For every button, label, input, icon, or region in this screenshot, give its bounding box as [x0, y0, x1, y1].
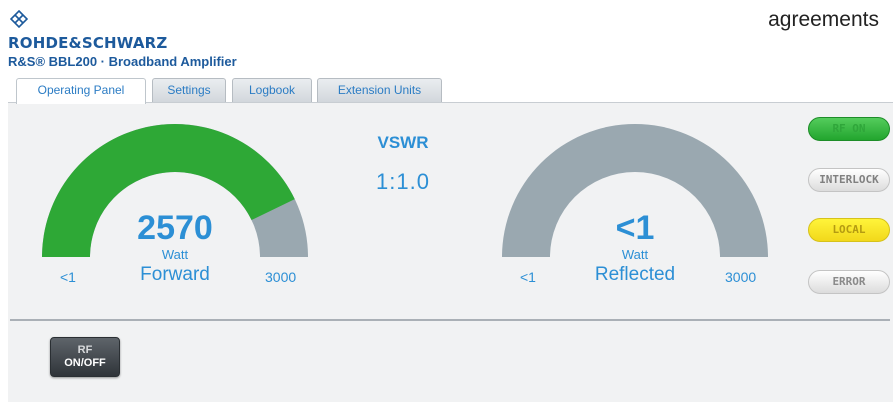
rohde-schwarz-logo-icon	[10, 10, 28, 28]
interlock-indicator[interactable]: INTERLOCK	[808, 168, 890, 192]
forward-power-unit: Watt	[161, 247, 189, 262]
reflected-power-value: <1	[615, 209, 655, 247]
reflected-min-label: <1	[520, 269, 536, 285]
reflected-power-unit: Watt	[621, 247, 649, 262]
tab-operating-panel[interactable]: Operating Panel	[16, 78, 146, 104]
vswr-value: 1:1.0	[376, 169, 430, 194]
forward-max-label: 3000	[265, 269, 297, 285]
rf-button-label-top: RF	[77, 344, 93, 356]
tab-logbook[interactable]: Logbook	[232, 78, 312, 102]
rf-button-label-bottom: ON/OFF	[64, 357, 106, 369]
forward-power-gauge: 2570 Watt Forward <1 3000	[40, 119, 310, 289]
forward-min-label: <1	[60, 269, 76, 285]
tab-settings[interactable]: Settings	[152, 78, 226, 102]
reflected-max-label: 3000	[725, 269, 757, 285]
product-title: R&S® BBL200 · Broadband Amplifier	[8, 54, 237, 69]
vswr-title: VSWR	[377, 133, 429, 152]
tab-extension-units[interactable]: Extension Units	[317, 78, 442, 102]
operating-panel: 2570 Watt Forward <1 3000 VSWR 1:1.0 <1 …	[8, 102, 893, 402]
rf-on-off-button[interactable]: RF ON/OFF	[50, 337, 120, 377]
local-indicator[interactable]: LOCAL	[808, 218, 890, 242]
forward-power-value: 2570	[137, 209, 213, 247]
panel-divider	[10, 319, 890, 321]
corner-text: agreements	[768, 8, 879, 31]
error-indicator[interactable]: ERROR	[808, 270, 890, 294]
rf-on-indicator[interactable]: RF ON	[808, 117, 890, 141]
reflected-power-gauge: <1 Watt Reflected <1 3000	[500, 119, 770, 289]
brand-name: ROHDE&SCHWARZ	[8, 34, 168, 52]
